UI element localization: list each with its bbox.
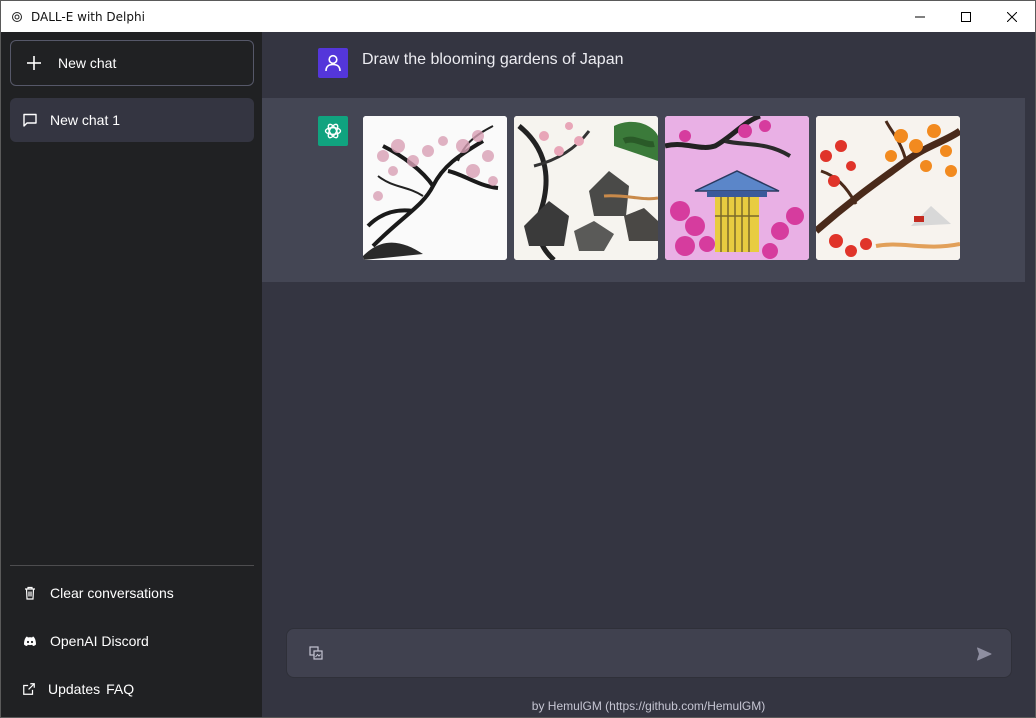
trash-icon bbox=[25, 586, 35, 600]
chat-item-label: New chat 1 bbox=[50, 112, 121, 128]
new-chat-button[interactable]: New chat bbox=[10, 40, 254, 86]
title-bar: DALL-E with Delphi bbox=[1, 1, 1035, 32]
faq-label: FAQ bbox=[106, 681, 135, 697]
message-icon bbox=[23, 113, 37, 127]
maximize-button[interactable] bbox=[943, 1, 989, 32]
discord-link[interactable]: OpenAI Discord bbox=[10, 623, 254, 659]
maximize-icon bbox=[961, 11, 971, 22]
new-chat-label: New chat bbox=[58, 55, 117, 71]
ai-avatar bbox=[318, 116, 348, 146]
app-logo-icon bbox=[9, 9, 25, 25]
sidebar-item-chat[interactable]: New chat 1 bbox=[10, 98, 254, 142]
sidebar-divider bbox=[10, 565, 254, 566]
sakura-ink-image[interactable] bbox=[363, 116, 507, 260]
close-button[interactable] bbox=[989, 1, 1035, 32]
plus-icon bbox=[27, 56, 41, 70]
updates-faq-link[interactable]: Updates FAQ bbox=[10, 671, 254, 707]
chat-area: Draw the blooming gardens of Japan by He… bbox=[262, 32, 1035, 717]
window-title: DALL-E with Delphi bbox=[31, 9, 145, 24]
app-window: DALL-E with Delphi New chat New chat 1 C… bbox=[0, 0, 1036, 718]
openai-logo-icon bbox=[324, 123, 342, 139]
prompt-input-box bbox=[286, 628, 1012, 678]
user-message-row: Draw the blooming gardens of Japan bbox=[262, 32, 1025, 98]
orange-blossom-image[interactable] bbox=[816, 116, 960, 260]
user-avatar bbox=[318, 48, 348, 78]
pink-pagoda-image[interactable] bbox=[665, 116, 809, 260]
footer-credit: by HemulGM (https://github.com/HemulGM) bbox=[531, 699, 766, 713]
sidebar: New chat New chat 1 Clear conversations … bbox=[1, 32, 262, 717]
updates-label: Updates bbox=[48, 681, 101, 697]
close-icon bbox=[1007, 11, 1017, 22]
clear-conversations-button[interactable]: Clear conversations bbox=[10, 575, 254, 611]
ai-message-row bbox=[262, 98, 1025, 282]
generated-images bbox=[363, 116, 960, 260]
rock-garden-image[interactable] bbox=[514, 116, 658, 260]
user-icon bbox=[325, 54, 341, 72]
clear-conversations-label: Clear conversations bbox=[50, 585, 174, 601]
discord-label: OpenAI Discord bbox=[50, 633, 149, 649]
image-mode-icon[interactable] bbox=[309, 646, 323, 660]
user-message-text: Draw the blooming gardens of Japan bbox=[362, 51, 624, 68]
window-controls bbox=[897, 1, 1035, 32]
external-link-icon bbox=[23, 683, 35, 695]
minimize-button[interactable] bbox=[897, 1, 943, 32]
send-button[interactable] bbox=[975, 645, 993, 663]
send-icon bbox=[977, 647, 992, 661]
prompt-input[interactable] bbox=[337, 641, 957, 667]
minimize-icon bbox=[915, 16, 925, 17]
discord-icon bbox=[24, 636, 36, 646]
